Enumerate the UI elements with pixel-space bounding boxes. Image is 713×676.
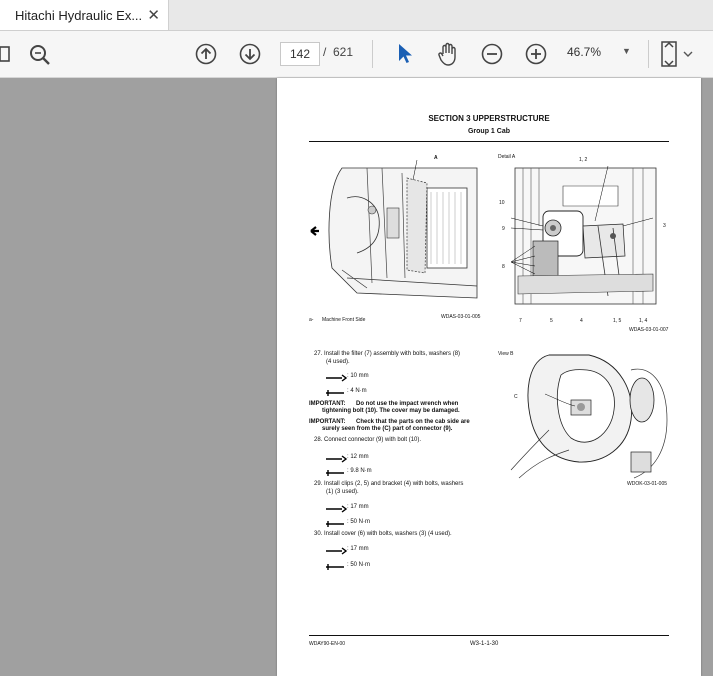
step-30-text: 30. Install cover (6) with bolts, washer… [314,531,452,537]
fig2-label-8: 8 [502,264,505,270]
pdf-page: SECTION 3 UPPERSTRUCTURE Group 1 Cab A a… [277,78,701,676]
important-1-head: IMPORTANT: [309,401,346,407]
zoom-search-icon[interactable] [28,43,52,67]
page-separator: / [323,45,327,59]
fig3-code: WDOK-03-01-005 [627,481,668,487]
wrench-icon [326,505,348,513]
close-tab-icon[interactable]: ✕ [147,6,160,24]
fig1-caption-prefix: a- [309,317,314,323]
machine-front-illustration [310,159,478,299]
section-title: SECTION 3 UPPERSTRUCTURE [428,114,550,123]
torque-wrench-icon [326,390,344,396]
step-29-torque: : 50 N·m [347,519,371,525]
footer-doc-code: WDAY90-EN-00 [309,641,346,647]
fig2-title: Detail A [498,154,516,160]
hand-tool-icon[interactable] [437,42,459,66]
step-27-text: 27. Install the filter (7) assembly with… [314,351,461,357]
zoom-in-icon[interactable] [525,43,547,65]
step-27-text-2: (4 used). [326,359,350,365]
step-28-wrench: : 12 mm [347,454,369,460]
zoom-out-icon[interactable] [481,43,503,65]
fig2-label-7: 7 [519,318,522,324]
fig2-label-5: 5 [550,318,553,324]
step-29-text-2: (1) (3 used). [326,489,359,495]
fig1-label-a: A [434,155,438,161]
fig3-label-c: C [514,394,518,400]
step-27-wrench: : 10 mm [347,373,369,379]
tab-title: Hitachi Hydraulic Ex... [15,7,143,23]
tab-bar: Hitachi Hydraulic Ex... ✕ [0,0,713,31]
detail-a-illustration [510,165,657,305]
important-2-line-a: Check that the parts on the cab side are [356,419,470,425]
important-1-line-b: tightening bolt (10). The cover may be d… [322,408,460,414]
page-up-icon[interactable] [195,43,217,65]
step-30-torque: : 50 N·m [347,562,371,568]
fig2-label-3: 3 [663,223,666,229]
fig2-label-1-5: 1, 5 [613,318,622,324]
footer-rule [309,635,669,636]
fig2-label-9: 9 [502,226,505,232]
torque-wrench-icon [326,564,344,570]
fig2-label-10: 10 [499,200,505,206]
fig2-code: WDAS-03-01-007 [629,327,669,333]
fit-page-icon[interactable] [660,41,694,67]
step-28-torque: : 9.8 N·m [347,468,372,474]
step-29-text: 29. Install clips (2, 5) and bracket (4)… [314,481,464,487]
step-27-torque: : 4 N·m [347,388,367,394]
footer-page-code: W3-1-1-30 [470,641,499,647]
sidebar-icon[interactable] [0,45,12,63]
step-28-text: 28. Connect connector (9) with bolt (10)… [314,437,422,443]
toolbar [0,31,713,78]
fig2-label-4: 4 [580,318,583,324]
torque-wrench-icon [326,470,344,476]
toolbar-divider [372,40,373,68]
view-b-illustration [510,354,668,479]
fig2-label-1-4: 1, 4 [639,318,648,324]
page-number-input[interactable]: 142 [280,42,320,66]
select-cursor-icon[interactable] [396,43,414,65]
wrench-icon [326,374,348,382]
fig2-label-1-2: 1, 2 [579,157,588,163]
torque-wrench-icon [326,521,344,527]
zoom-dropdown-icon[interactable]: ▼ [622,46,631,56]
page-down-icon[interactable] [239,43,261,65]
step-29-wrench: : 17 mm [347,504,369,510]
group-title: Group 1 Cab [467,128,510,135]
toolbar-divider [648,40,649,68]
fig1-code: WDAS-03-01-005 [441,314,481,320]
header-rule [309,141,669,142]
zoom-level[interactable]: 46.7% [567,45,601,59]
important-2-line-b: surely seen from the (C) part of connect… [322,426,453,432]
step-30-wrench: : 17 mm [347,546,369,552]
fig1-caption: Machine Front Side [322,317,366,323]
wrench-icon [326,547,348,555]
document-tab[interactable]: Hitachi Hydraulic Ex... ✕ [0,0,169,30]
important-1-line-a: Do not use the impact wrench when [356,401,459,407]
wrench-icon [326,455,348,463]
total-pages: 621 [333,45,354,59]
important-2-head: IMPORTANT: [309,419,346,425]
